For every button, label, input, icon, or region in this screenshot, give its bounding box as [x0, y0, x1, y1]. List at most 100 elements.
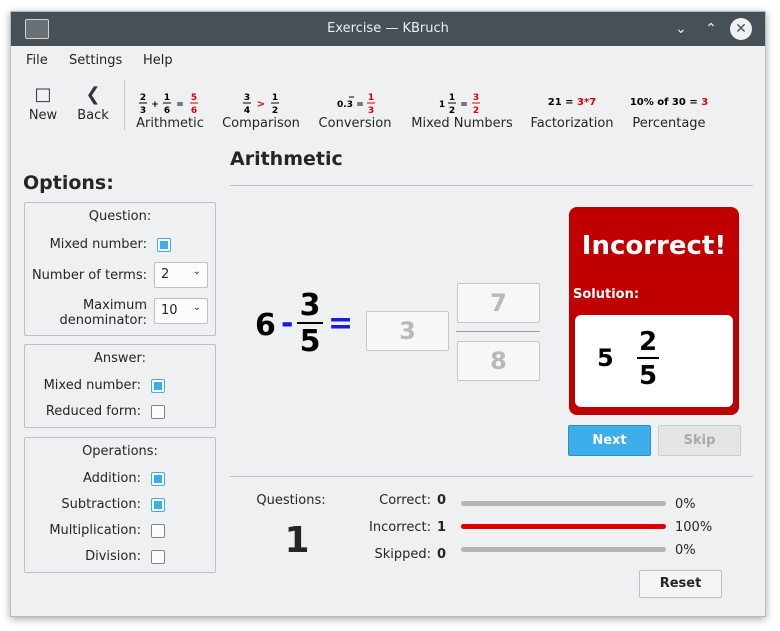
- reduced-form-checkbox[interactable]: [151, 405, 165, 419]
- skipped-count: 0: [437, 547, 447, 562]
- mixed-numbers-preview: 1 1 2 = 3 2: [407, 88, 517, 118]
- svg-text:1: 1: [439, 100, 445, 110]
- maximize-icon[interactable]: ⌃: [700, 18, 722, 40]
- reset-button[interactable]: Reset: [639, 570, 722, 598]
- task-denominator: 5: [299, 324, 321, 359]
- menu-help[interactable]: Help: [143, 53, 173, 68]
- close-icon[interactable]: ✕: [730, 18, 752, 40]
- arithmetic-label: Arithmetic: [136, 116, 204, 131]
- window-title: Exercise — KBruch: [327, 21, 449, 36]
- max-denominator-value: 10: [161, 303, 178, 318]
- svg-text:1: 1: [272, 93, 278, 103]
- addition-label: Addition:: [82, 471, 141, 486]
- menu-file[interactable]: File: [26, 53, 48, 68]
- correct-count: 0: [437, 493, 447, 508]
- questions-label: Questions:: [256, 493, 326, 508]
- task-operator: -: [281, 306, 294, 341]
- new-button[interactable]: □ New: [25, 82, 61, 123]
- arithmetic-preview: 2 3 + 1 6 = 5 6: [133, 88, 207, 118]
- solution-fraction: 2 5: [637, 327, 659, 393]
- solution-numerator: 2: [638, 327, 658, 357]
- conversion-exercise-button[interactable]: 0.3 = 1 3 Conversion: [315, 88, 395, 131]
- factorization-label: Factorization: [530, 116, 614, 131]
- svg-text:3: 3: [244, 93, 250, 103]
- svg-text:1: 1: [164, 93, 170, 103]
- correct-label: Correct:: [379, 493, 431, 508]
- options-title: Options:: [23, 172, 114, 194]
- comparison-label: Comparison: [222, 116, 300, 131]
- multiplication-label: Multiplication:: [49, 523, 141, 538]
- comparison-exercise-button[interactable]: 3 4 > 1 2 Comparison: [221, 88, 301, 131]
- percentage-preview-right: 3: [701, 97, 709, 108]
- number-of-terms-label: Number of terms:: [31, 268, 147, 283]
- percentage-label: Percentage: [632, 116, 706, 131]
- stats-divider: [230, 476, 753, 477]
- svg-text:2: 2: [140, 93, 146, 103]
- max-denominator-label-line2: denominator:: [59, 313, 147, 328]
- number-of-terms-select[interactable]: 2 ⌄: [154, 262, 208, 288]
- percentage-exercise-button[interactable]: 10% of 30 = 3 Percentage: [628, 88, 710, 131]
- svg-text:1: 1: [368, 93, 374, 103]
- question-mixed-number-checkbox[interactable]: [157, 238, 171, 252]
- menu-settings[interactable]: Settings: [69, 53, 122, 68]
- solution-denominator: 5: [638, 361, 658, 391]
- correct-bar: [461, 501, 666, 506]
- svg-text:+: +: [151, 100, 159, 110]
- minimize-icon[interactable]: ⌄: [670, 18, 692, 40]
- svg-text:=: =: [356, 100, 364, 110]
- menu-bar: File Settings Help: [11, 46, 765, 74]
- chevron-down-icon: ⌄: [192, 302, 201, 313]
- question-group-title: Question:: [88, 209, 152, 224]
- arithmetic-exercise-button[interactable]: 2 3 + 1 6 = 5 6 Arithmetic: [133, 88, 207, 131]
- svg-text:3: 3: [140, 106, 146, 116]
- multiplication-checkbox[interactable]: [151, 524, 165, 538]
- task-numerator: 3: [299, 288, 321, 323]
- svg-text:5: 5: [191, 93, 197, 103]
- comparison-preview: 3 4 > 1 2: [221, 88, 301, 118]
- mixed-numbers-label: Mixed Numbers: [411, 116, 513, 131]
- next-button[interactable]: Next: [568, 425, 651, 456]
- svg-text:=: =: [460, 100, 468, 110]
- factorization-exercise-button[interactable]: 21 = 3*7 Factorization: [527, 88, 617, 131]
- addition-checkbox[interactable]: [151, 472, 165, 486]
- svg-text:4: 4: [244, 106, 250, 116]
- incorrect-percent: 100%: [675, 520, 713, 535]
- max-denominator-select[interactable]: 10 ⌄: [154, 298, 208, 324]
- division-checkbox[interactable]: [151, 550, 165, 564]
- incorrect-bar: [461, 524, 666, 529]
- solution-box: 5 2 5: [575, 315, 733, 407]
- answer-whole-input[interactable]: 3: [366, 311, 449, 351]
- svg-text:6: 6: [164, 106, 170, 116]
- back-button[interactable]: ❮ Back: [75, 82, 111, 123]
- skip-button[interactable]: Skip: [658, 425, 741, 456]
- factorization-preview-right: 3*7: [577, 97, 597, 108]
- answer-denominator-input[interactable]: 8: [457, 341, 540, 381]
- question-group: Question: Mixed number: Number of terms:…: [24, 202, 216, 336]
- back-arrow-icon: ❮: [85, 84, 101, 105]
- answer-numerator-input[interactable]: 7: [457, 283, 540, 323]
- mixed-numbers-exercise-button[interactable]: 1 1 2 = 3 2 Mixed Numbers: [407, 88, 517, 131]
- new-document-icon: □: [34, 84, 52, 105]
- svg-text:3: 3: [368, 106, 374, 116]
- answer-mixed-number-checkbox[interactable]: [151, 379, 165, 393]
- subtraction-checkbox[interactable]: [151, 498, 165, 512]
- number-of-terms-value: 2: [161, 267, 170, 282]
- result-panel: Incorrect! Solution: 5 2 5: [569, 207, 739, 415]
- solution-whole: 5: [597, 344, 614, 372]
- svg-text:2: 2: [473, 106, 479, 116]
- answer-mixed-number-label: Mixed number:: [43, 378, 141, 393]
- answer-fraction-bar: [456, 331, 540, 332]
- operations-group-title: Operations:: [82, 444, 158, 459]
- correct-percent: 0%: [675, 497, 696, 512]
- svg-text:1: 1: [449, 93, 455, 103]
- task-fraction: 3 5: [297, 290, 323, 360]
- svg-text:3: 3: [473, 93, 479, 103]
- solution-label: Solution:: [573, 287, 640, 302]
- incorrect-bar-fill: [461, 524, 666, 529]
- skipped-percent: 0%: [675, 543, 696, 558]
- skipped-bar: [461, 547, 666, 552]
- subtraction-label: Subtraction:: [61, 497, 141, 512]
- reduced-form-label: Reduced form:: [45, 404, 141, 419]
- new-button-label: New: [28, 108, 58, 123]
- incorrect-count: 1: [437, 520, 447, 535]
